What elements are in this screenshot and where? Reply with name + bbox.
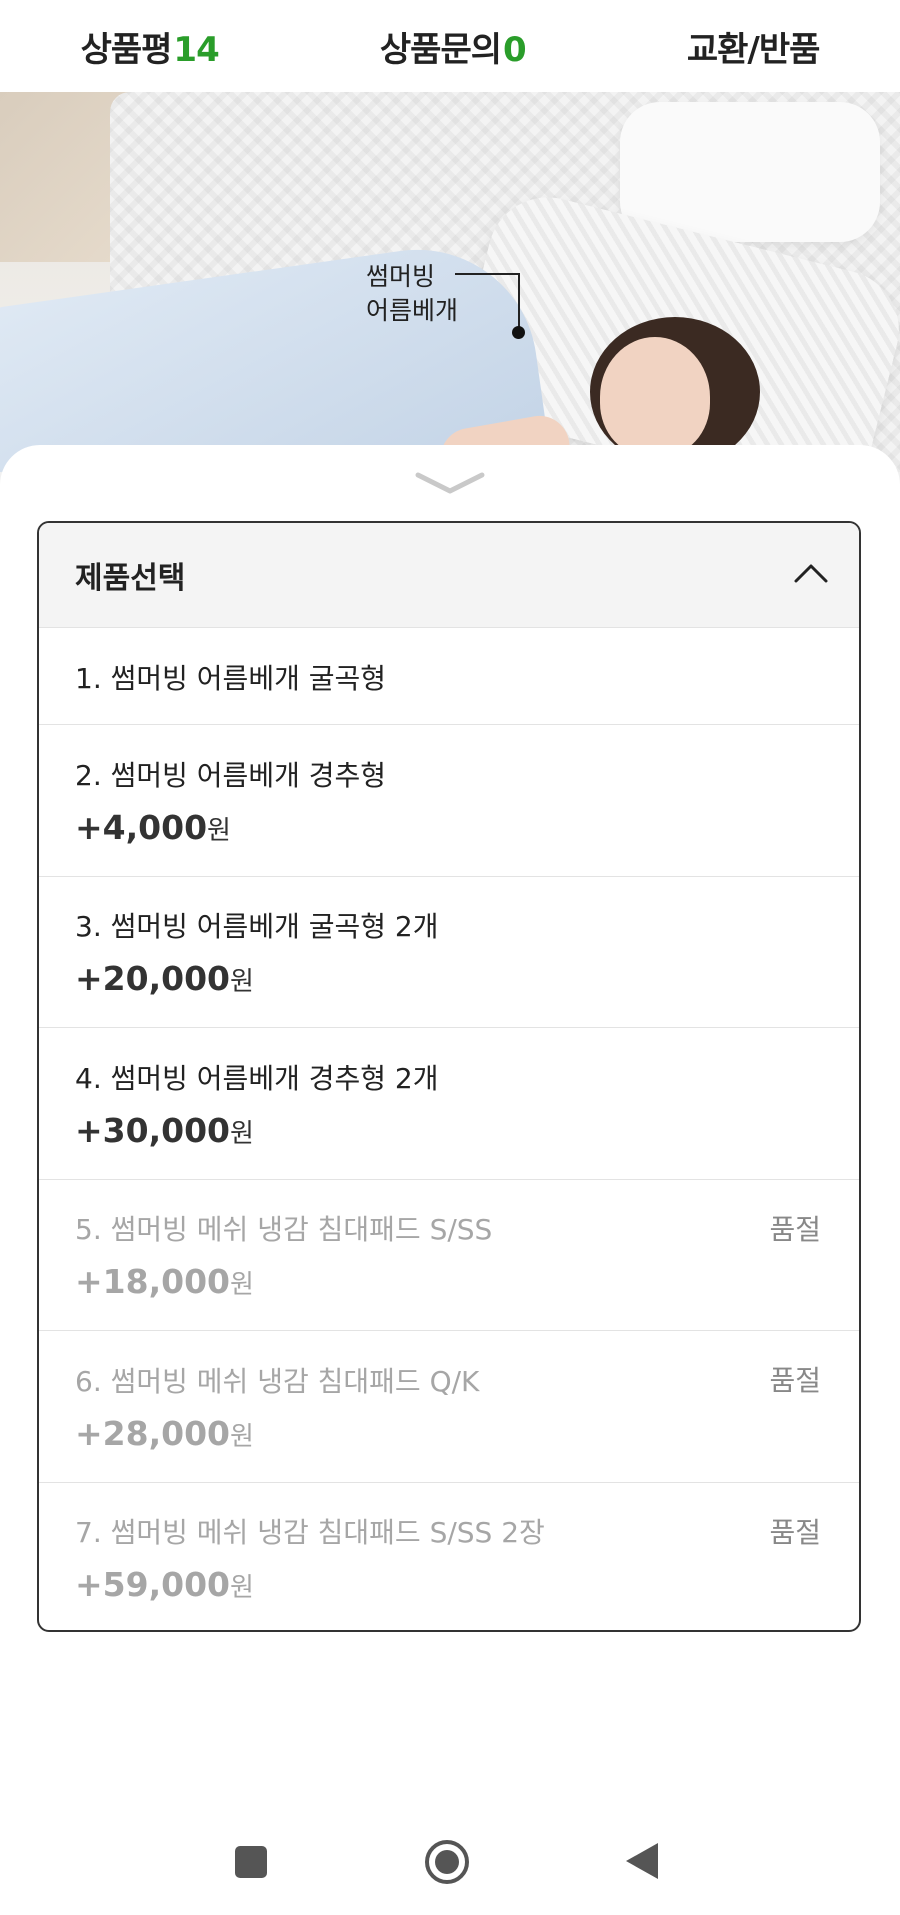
- product-option-selector: 제품선택 1. 썸머빙 어름베개 굴곡형 2. 썸머빙 어름베개 경추형 +4,…: [37, 521, 861, 1632]
- option-price-value: +20,000: [75, 959, 230, 998]
- option-name: 1. 썸머빙 어름베개 굴곡형: [75, 662, 387, 695]
- option-price-value: +4,000: [75, 808, 208, 847]
- product-hero-image: 썸머빙 어름베개: [0, 92, 900, 472]
- callout-dot: [512, 326, 525, 339]
- tab-reviews-count: 14: [173, 29, 219, 70]
- option-name: 2. 썸머빙 어름베개 경추형: [75, 759, 387, 792]
- product-callout-label: 썸머빙 어름베개: [366, 260, 526, 328]
- option-price-value: +30,000: [75, 1111, 230, 1150]
- back-icon[interactable]: [624, 1841, 660, 1885]
- option-item[interactable]: 4. 썸머빙 어름베개 경추형 2개 +30,000원: [39, 1027, 859, 1179]
- option-price: +20,000원: [75, 959, 823, 998]
- callout-leader-line-vertical: [518, 273, 520, 329]
- callout-line-1: 썸머빙: [366, 262, 436, 291]
- option-selector-title: 제품선택: [75, 561, 186, 596]
- option-item[interactable]: 3. 썸머빙 어름베개 굴곡형 2개 +20,000원: [39, 876, 859, 1027]
- option-price: +28,000원: [75, 1414, 823, 1453]
- option-item-soldout[interactable]: 6. 썸머빙 메쉬 냉감 침대패드 Q/K +28,000원 품절: [39, 1330, 859, 1482]
- chevron-down-icon[interactable]: [414, 469, 486, 497]
- option-price-value: +28,000: [75, 1414, 230, 1453]
- option-price: +18,000원: [75, 1262, 823, 1301]
- tab-inquiries-label: 상품문의: [379, 29, 502, 70]
- option-item-soldout[interactable]: 7. 썸머빙 메쉬 냉감 침대패드 S/SS 2장 +59,000원 품절: [39, 1482, 859, 1622]
- tab-inquiries-count: 0: [503, 29, 527, 70]
- soldout-badge: 품절: [769, 1516, 821, 1549]
- option-name: 5. 썸머빙 메쉬 냉감 침대패드 S/SS: [75, 1213, 493, 1246]
- option-price-unit: 원: [230, 1119, 254, 1149]
- option-name: 7. 썸머빙 메쉬 냉감 침대패드 S/SS 2장: [75, 1516, 545, 1549]
- callout-leader-line: [455, 273, 519, 275]
- callout-line-2: 어름베개: [366, 296, 459, 325]
- option-price-value: +18,000: [75, 1262, 230, 1301]
- option-price-unit: 원: [230, 1422, 254, 1452]
- option-bottom-sheet: 제품선택 1. 썸머빙 어름베개 굴곡형 2. 썸머빙 어름베개 경추형 +4,…: [0, 445, 900, 1915]
- product-tab-bar: 상품평 14 상품문의 0 교환/반품: [0, 0, 900, 92]
- recent-apps-icon[interactable]: [233, 1844, 269, 1884]
- white-pillow-image-part: [620, 102, 880, 242]
- option-price-unit: 원: [230, 1270, 254, 1300]
- option-price: +4,000원: [75, 808, 823, 847]
- chevron-up-icon[interactable]: [793, 562, 829, 588]
- tab-reviews-label: 상품평: [80, 29, 173, 70]
- option-item[interactable]: 2. 썸머빙 어름베개 경추형 +4,000원: [39, 724, 859, 876]
- option-price-unit: 원: [230, 1573, 254, 1603]
- option-item-soldout[interactable]: 5. 썸머빙 메쉬 냉감 침대패드 S/SS +18,000원 품절: [39, 1179, 859, 1330]
- soldout-badge: 품절: [769, 1364, 821, 1397]
- tab-exchange-return-label: 교환/반품: [686, 29, 821, 70]
- option-price: +30,000원: [75, 1111, 823, 1150]
- option-item[interactable]: 1. 썸머빙 어름베개 굴곡형: [39, 627, 859, 724]
- option-selector-header[interactable]: 제품선택: [39, 523, 859, 627]
- option-price-unit: 원: [207, 816, 231, 846]
- option-price: +59,000원: [75, 1565, 823, 1604]
- option-price-unit: 원: [230, 967, 254, 997]
- option-name: 3. 썸머빙 어름베개 굴곡형 2개: [75, 910, 439, 943]
- tab-inquiries[interactable]: 상품문의 0: [379, 22, 527, 71]
- option-name: 6. 썸머빙 메쉬 냉감 침대패드 Q/K: [75, 1365, 480, 1398]
- tab-exchange-return[interactable]: 교환/반품: [686, 22, 821, 71]
- option-price-value: +59,000: [75, 1565, 230, 1604]
- sleeping-woman-face: [600, 337, 710, 457]
- option-name: 4. 썸머빙 어름베개 경추형 2개: [75, 1062, 439, 1095]
- soldout-badge: 품절: [769, 1213, 821, 1246]
- tab-reviews[interactable]: 상품평 14: [80, 22, 220, 71]
- home-icon[interactable]: [423, 1838, 471, 1890]
